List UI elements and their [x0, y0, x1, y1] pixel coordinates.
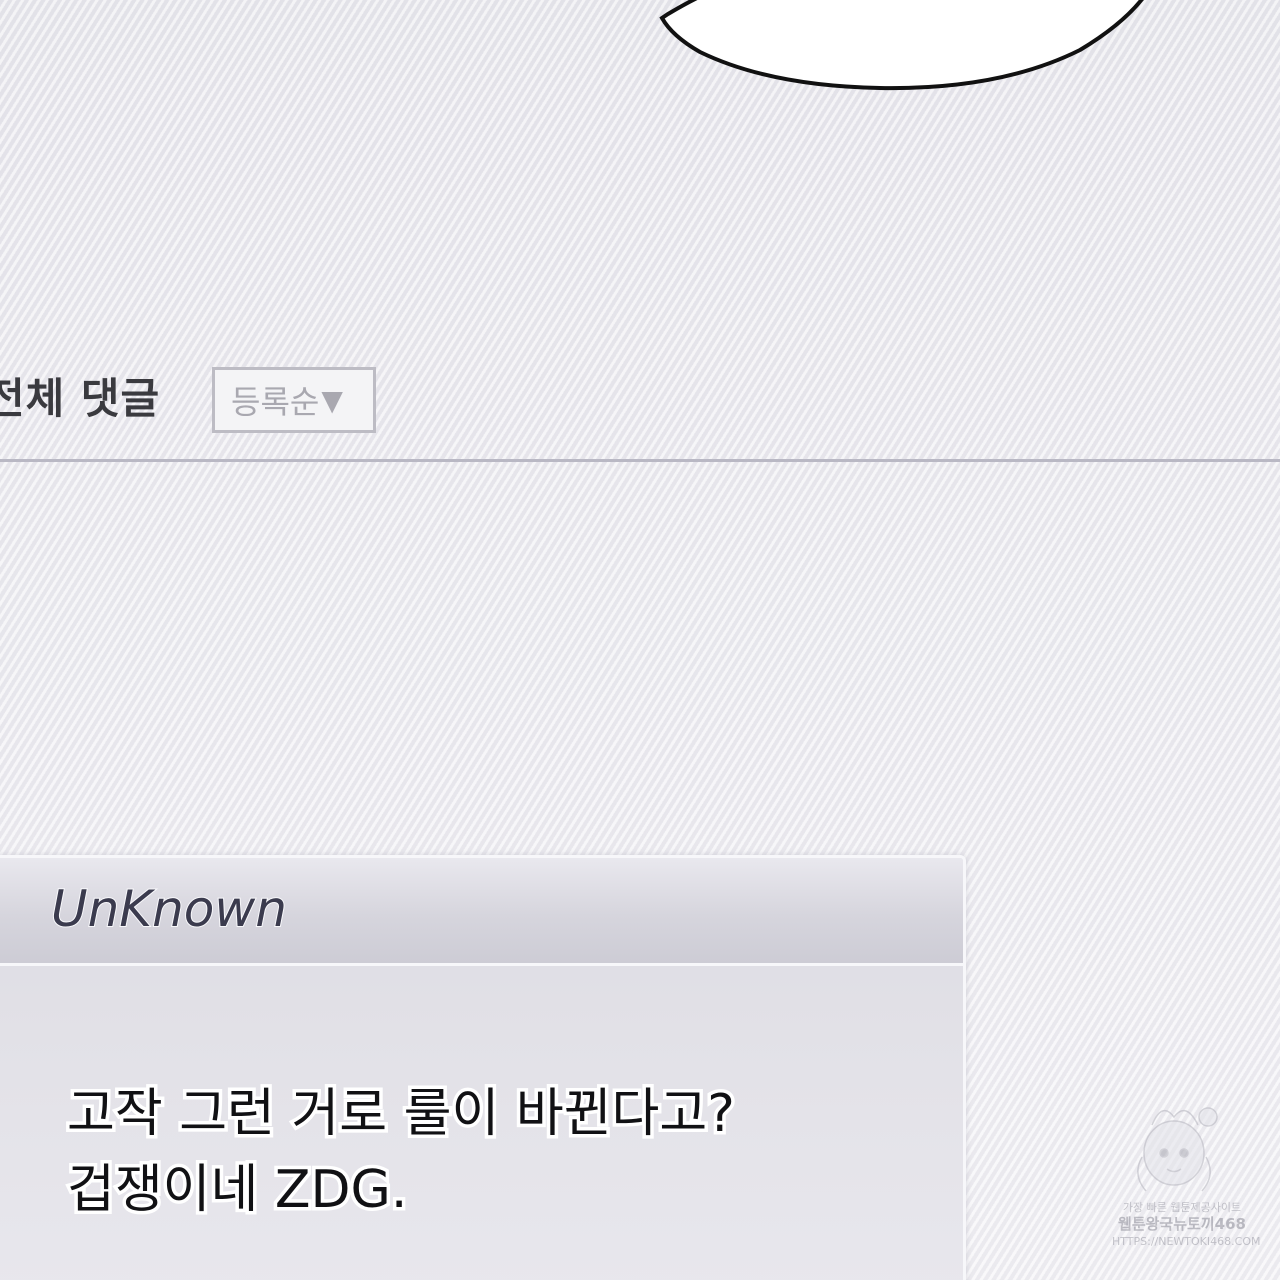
- watermark: 가장 빠른 웹툰제공사이트 웹툰왕국뉴토끼468 HTTPS://NEWTOKI…: [1112, 1095, 1261, 1265]
- watermark-site-name: 웹툰왕국뉴토끼468: [1118, 1215, 1246, 1233]
- comments-title: 전체 댓글: [0, 374, 161, 423]
- speech-bubble: [659, 0, 1144, 91]
- watermark-mascot-icon: [1137, 1107, 1218, 1192]
- comment-body: 고작 그런 거로 룰이 바뀐다고? 겁쟁이네 ZDG.: [64, 1076, 739, 1228]
- dropdown-arrow-icon: ▼: [321, 383, 343, 417]
- comment-author-bar: UnKnown: [0, 858, 963, 966]
- sort-selected-label: 등록순: [231, 383, 320, 421]
- comments-header: 전체 댓글 등록순 ▼: [0, 355, 1280, 465]
- watermark-url: HTTPS://NEWTOKI468.COM: [1112, 1235, 1261, 1248]
- header-divider: [0, 459, 1280, 462]
- comment-card: UnKnown 고작 그런 거로 룰이 바뀐다고? 겁쟁이네 ZDG.: [0, 855, 966, 1280]
- comment-line: 겁쟁이네 ZDG.: [64, 1157, 411, 1224]
- comment-line: 고작 그런 거로 룰이 바뀐다고?: [64, 1081, 739, 1148]
- comment-author: UnKnown: [50, 879, 288, 939]
- sort-dropdown[interactable]: 등록순 ▼: [212, 367, 376, 433]
